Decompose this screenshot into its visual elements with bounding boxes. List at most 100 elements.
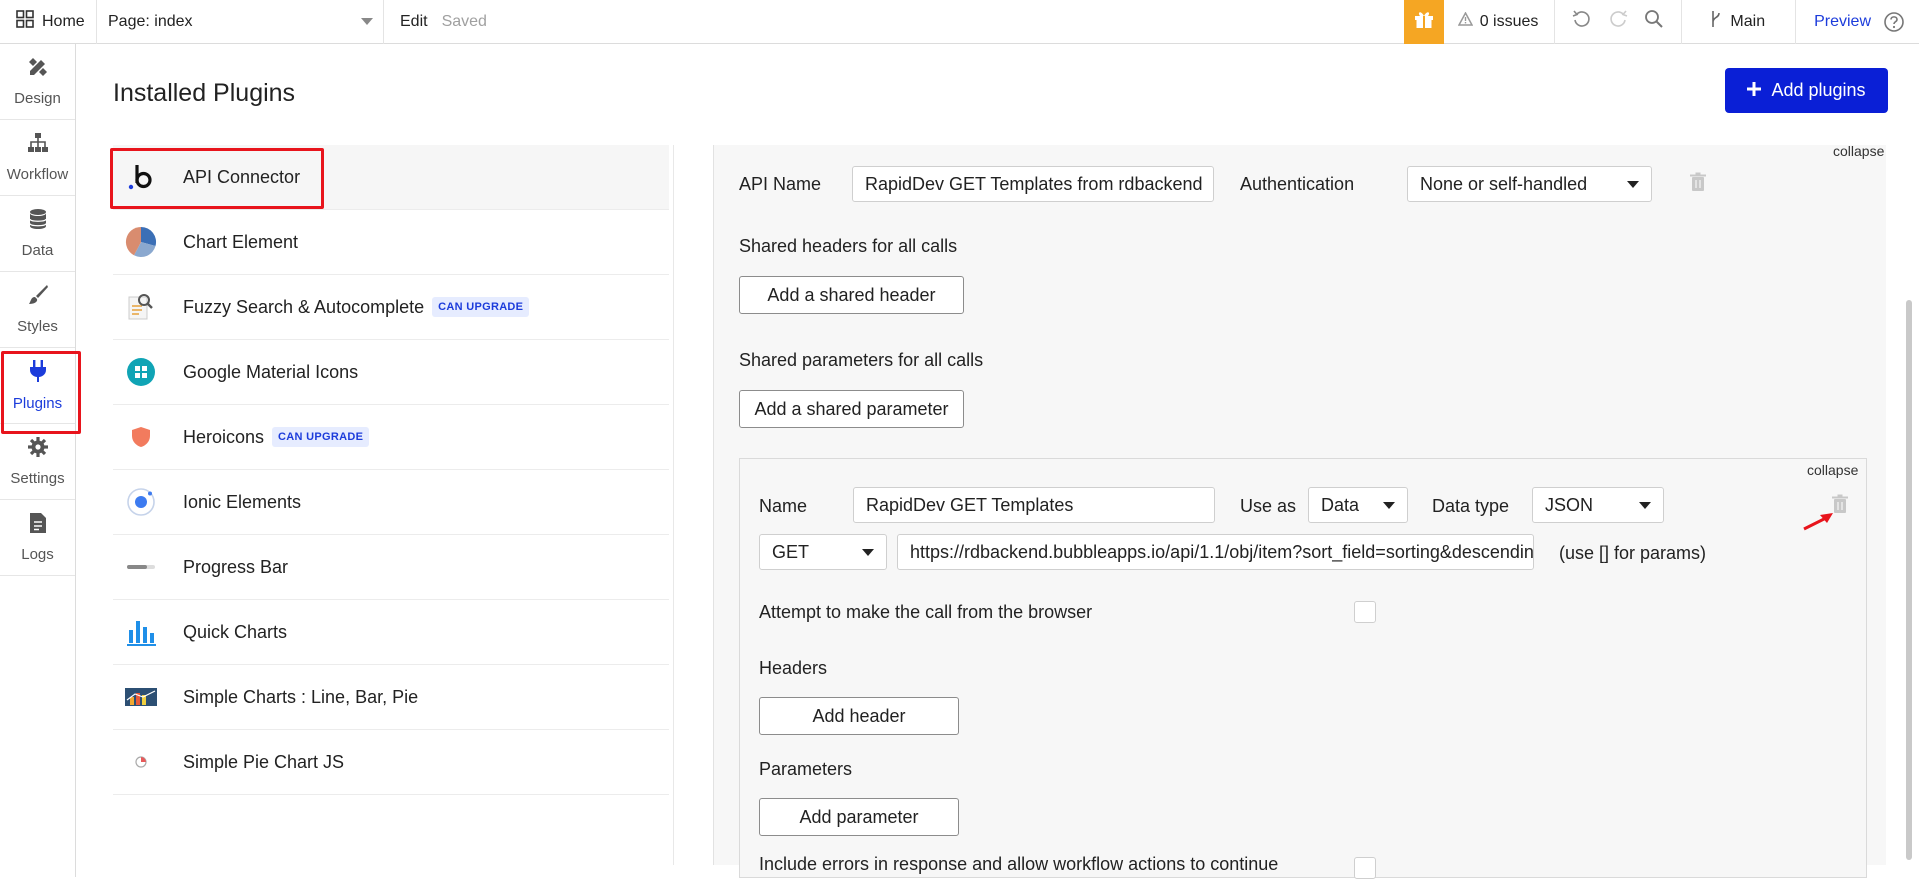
page-selector[interactable]: Page: index xyxy=(97,0,384,44)
data-type-select[interactable]: JSON xyxy=(1532,487,1664,523)
use-as-select[interactable]: Data xyxy=(1308,487,1408,523)
ionic-icon xyxy=(125,486,157,518)
page-label: Page: index xyxy=(108,12,193,30)
warning-icon xyxy=(1457,11,1473,31)
plugin-item-ionic-elements[interactable]: Ionic Elements xyxy=(113,470,669,535)
url-input[interactable]: https://rdbackend.bubbleapps.io/api/1.1/… xyxy=(897,534,1534,570)
home-button[interactable]: Home xyxy=(0,0,97,44)
rail-item-workflow[interactable]: Workflow xyxy=(0,120,75,196)
rail-label-logs: Logs xyxy=(21,546,54,563)
parameters-label: Parameters xyxy=(759,759,853,779)
upgrade-badge[interactable]: CAN UPGRADE xyxy=(432,297,530,317)
material-icons-icon xyxy=(125,356,157,388)
rail-item-logs[interactable]: Logs xyxy=(0,500,75,576)
call-name-input[interactable]: RapidDev GET Templates xyxy=(853,487,1215,523)
browser-call-label: Attempt to make the call from the browse… xyxy=(759,602,1093,622)
plugin-item-fuzzy-search[interactable]: Fuzzy Search & Autocomplete CAN UPGRADE xyxy=(113,275,669,340)
add-plugins-label: Add plugins xyxy=(1771,80,1866,100)
method-select[interactable]: GET xyxy=(759,534,887,570)
add-header-button[interactable]: Add header xyxy=(759,697,959,735)
issues-button[interactable]: 0 issues xyxy=(1444,0,1556,44)
add-shared-header-button[interactable]: Add a shared header xyxy=(739,276,964,314)
plugin-name: Progress Bar xyxy=(183,556,289,577)
add-parameter-button[interactable]: Add parameter xyxy=(759,798,959,836)
add-shared-param-button[interactable]: Add a shared parameter xyxy=(739,390,964,428)
redo-icon[interactable] xyxy=(1607,8,1629,35)
rail-label-data: Data xyxy=(21,242,54,259)
gift-button[interactable] xyxy=(1403,0,1444,44)
plugin-name: Simple Charts : Line, Bar, Pie xyxy=(183,686,419,707)
rail-item-data[interactable]: Data xyxy=(0,196,75,272)
help-icon[interactable] xyxy=(1883,11,1919,33)
edit-menu[interactable]: Edit xyxy=(384,13,442,31)
workflow-icon xyxy=(27,132,49,158)
scrollbar[interactable] xyxy=(1906,300,1912,860)
rail-item-plugins[interactable]: Plugins xyxy=(0,348,81,434)
add-shared-header-label: Add a shared header xyxy=(767,284,936,305)
add-parameter-label: Add parameter xyxy=(799,806,919,827)
plugin-item-simple-charts[interactable]: Simple Charts : Line, Bar, Pie xyxy=(113,665,669,730)
include-errors-label: Include errors in response and allow wor… xyxy=(759,854,1279,874)
rail-item-settings[interactable]: Settings xyxy=(0,424,75,500)
save-status: Saved xyxy=(441,12,487,30)
call-name-label: Name xyxy=(759,496,808,516)
rail-item-styles[interactable]: Styles xyxy=(0,272,75,348)
shield-icon xyxy=(125,421,157,453)
simple-charts-icon xyxy=(125,681,157,713)
upgrade-badge[interactable]: CAN UPGRADE xyxy=(272,427,370,447)
plug-icon xyxy=(28,359,48,387)
history-tools xyxy=(1555,0,1683,44)
plugin-item-chart-element[interactable]: Chart Element xyxy=(113,210,669,275)
chevron-down-icon xyxy=(1639,501,1651,509)
headers-label: Headers xyxy=(759,658,828,678)
data-type-value: JSON xyxy=(1545,494,1594,515)
browser-call-checkbox[interactable] xyxy=(1354,601,1376,623)
branch-label: Main xyxy=(1730,12,1766,30)
plugin-name: Heroicons xyxy=(183,426,265,447)
branch-selector[interactable]: Main xyxy=(1682,0,1797,44)
fuzzy-search-icon xyxy=(125,291,157,323)
preview-link[interactable]: Preview xyxy=(1796,13,1883,31)
chevron-down-icon xyxy=(1627,180,1639,188)
plugin-name: Quick Charts xyxy=(183,621,288,642)
collapse-api-link[interactable]: collapse xyxy=(1833,143,1884,159)
plugin-item-progress-bar[interactable]: Progress Bar xyxy=(113,535,669,600)
use-as-label: Use as xyxy=(1240,496,1297,516)
plugin-name: Ionic Elements xyxy=(183,491,302,512)
plugin-list: API Connector Chart Element Fuzzy Search… xyxy=(110,145,669,795)
collapse-call-link[interactable]: collapse xyxy=(1807,462,1858,478)
authentication-select[interactable]: None or self-handled xyxy=(1407,166,1652,202)
api-name-value: RapidDev GET Templates from rdbackend xyxy=(865,173,1203,194)
plugin-item-quick-charts[interactable]: Quick Charts xyxy=(113,600,669,665)
plugin-item-api-connector[interactable]: API Connector xyxy=(110,145,669,210)
call-name-value: RapidDev GET Templates xyxy=(866,494,1074,515)
rail-label-settings: Settings xyxy=(10,470,65,487)
left-rail: Design Workflow Data Styles Plugins Sett… xyxy=(0,44,81,877)
bar-chart-icon xyxy=(125,616,157,648)
data-type-label: Data type xyxy=(1432,496,1510,516)
method-value: GET xyxy=(772,541,810,562)
include-errors-checkbox[interactable] xyxy=(1354,857,1376,879)
home-label: Home xyxy=(42,12,85,30)
plugin-item-heroicons[interactable]: Heroicons CAN UPGRADE xyxy=(113,405,669,470)
search-icon[interactable] xyxy=(1643,8,1665,35)
rail-item-design[interactable]: Design xyxy=(0,44,75,120)
api-name-input[interactable]: RapidDev GET Templates from rdbackend xyxy=(852,166,1214,202)
delete-api-icon[interactable] xyxy=(1689,172,1707,197)
chevron-down-icon xyxy=(1383,501,1395,509)
plugin-item-google-material-icons[interactable]: Google Material Icons xyxy=(113,340,669,405)
undo-icon[interactable] xyxy=(1571,8,1593,35)
plugin-name: Google Material Icons xyxy=(183,361,359,382)
plugin-item-simple-pie-chart[interactable]: Simple Pie Chart JS xyxy=(113,730,669,795)
page-title: Installed Plugins xyxy=(113,79,296,107)
plugin-name: Fuzzy Search & Autocomplete xyxy=(183,296,425,317)
plugin-name: Simple Pie Chart JS xyxy=(183,751,345,772)
api-name-label: API Name xyxy=(739,174,822,194)
progress-bar-icon xyxy=(125,551,157,583)
add-plugins-button[interactable]: Add plugins xyxy=(1725,68,1888,113)
chevron-down-icon xyxy=(361,13,373,31)
arrow-annotation-icon xyxy=(1800,510,1836,537)
issues-label: 0 issues xyxy=(1479,12,1539,30)
design-icon xyxy=(27,56,49,82)
highlight-box xyxy=(110,148,324,209)
